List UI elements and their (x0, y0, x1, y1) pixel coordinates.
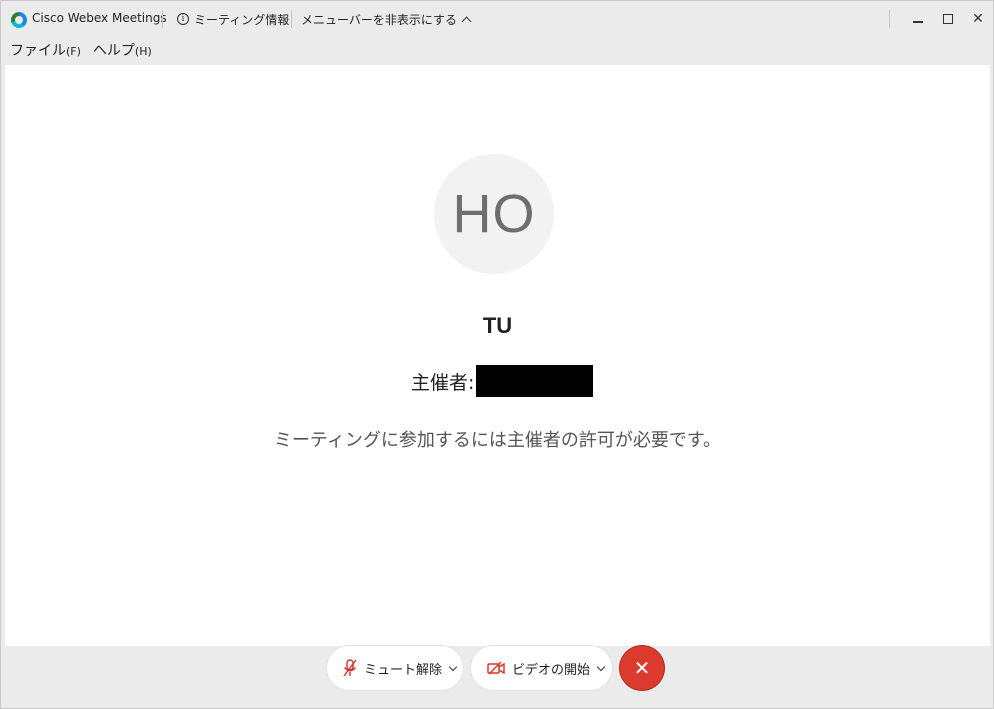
muted-microphone-icon (343, 659, 357, 677)
hide-menu-bar-label: メニューバーを非表示にする (301, 12, 458, 27)
title-bar: Cisco Webex Meetings i ミーティング情報 メニューバーを非… (1, 1, 993, 37)
host-name-redacted (476, 365, 594, 397)
menu-help-accel: (H) (134, 45, 152, 58)
unmute-control: ミュート解除 (327, 646, 463, 690)
menu-help-label: ヘルプ (92, 43, 135, 59)
minimize-icon (913, 21, 923, 23)
chevron-down-icon (448, 662, 457, 671)
title-separator (889, 10, 890, 28)
menu-bar: ファイル(F) ヘルプ(H) (1, 37, 993, 63)
chevron-down-icon (596, 662, 606, 671)
unmute-label: ミュート解除 (364, 662, 443, 678)
meeting-info-button[interactable]: i ミーティング情報 (177, 10, 289, 28)
unmute-button[interactable]: ミュート解除 (327, 646, 442, 690)
host-row: 主催者: (411, 365, 594, 397)
lobby-content: HO TU 主催者: ミーティングに参加するには主催者の許可が必要です。 (5, 65, 990, 646)
menu-file-accel: (F) (66, 45, 81, 58)
start-video-label: ビデオの開始 (512, 662, 591, 678)
participant-name: TU (482, 313, 513, 338)
app-title: Cisco Webex Meetings (32, 11, 167, 25)
avatar: HO (434, 154, 554, 274)
window-controls: ✕ (903, 1, 993, 37)
close-icon: ✕ (633, 656, 651, 680)
meeting-info-label: ミーティング情報 (194, 12, 290, 27)
video-options-dropdown[interactable] (590, 646, 612, 690)
menu-help[interactable]: ヘルプ(H) (93, 40, 152, 60)
close-icon: ✕ (972, 11, 984, 27)
control-bar: ミュート解除 ビデオの開始 ✕ (1, 646, 993, 708)
info-icon: i (177, 13, 189, 25)
menu-file-label: ファイル (10, 43, 66, 59)
webex-window: Cisco Webex Meetings i ミーティング情報 メニューバーを非… (0, 0, 994, 709)
video-control: ビデオの開始 (471, 646, 612, 690)
start-video-button[interactable]: ビデオの開始 (471, 646, 590, 690)
webex-logo-icon (11, 12, 27, 28)
minimize-button[interactable] (903, 1, 933, 37)
maximize-button[interactable] (933, 1, 963, 37)
hide-menu-bar-button[interactable]: メニューバーを非表示にする (301, 10, 472, 28)
title-separator (162, 10, 163, 28)
host-label: 主催者: (411, 371, 475, 394)
chevron-up-icon (461, 16, 472, 26)
waiting-message: ミーティングに参加するには主催者の許可が必要です。 (273, 430, 722, 451)
menu-file[interactable]: ファイル(F) (10, 40, 81, 60)
maximize-icon (943, 14, 953, 24)
video-off-icon (487, 661, 505, 675)
close-window-button[interactable]: ✕ (963, 1, 993, 37)
audio-options-dropdown[interactable] (442, 646, 463, 690)
leave-meeting-button[interactable]: ✕ (620, 646, 664, 690)
title-separator (291, 10, 292, 28)
